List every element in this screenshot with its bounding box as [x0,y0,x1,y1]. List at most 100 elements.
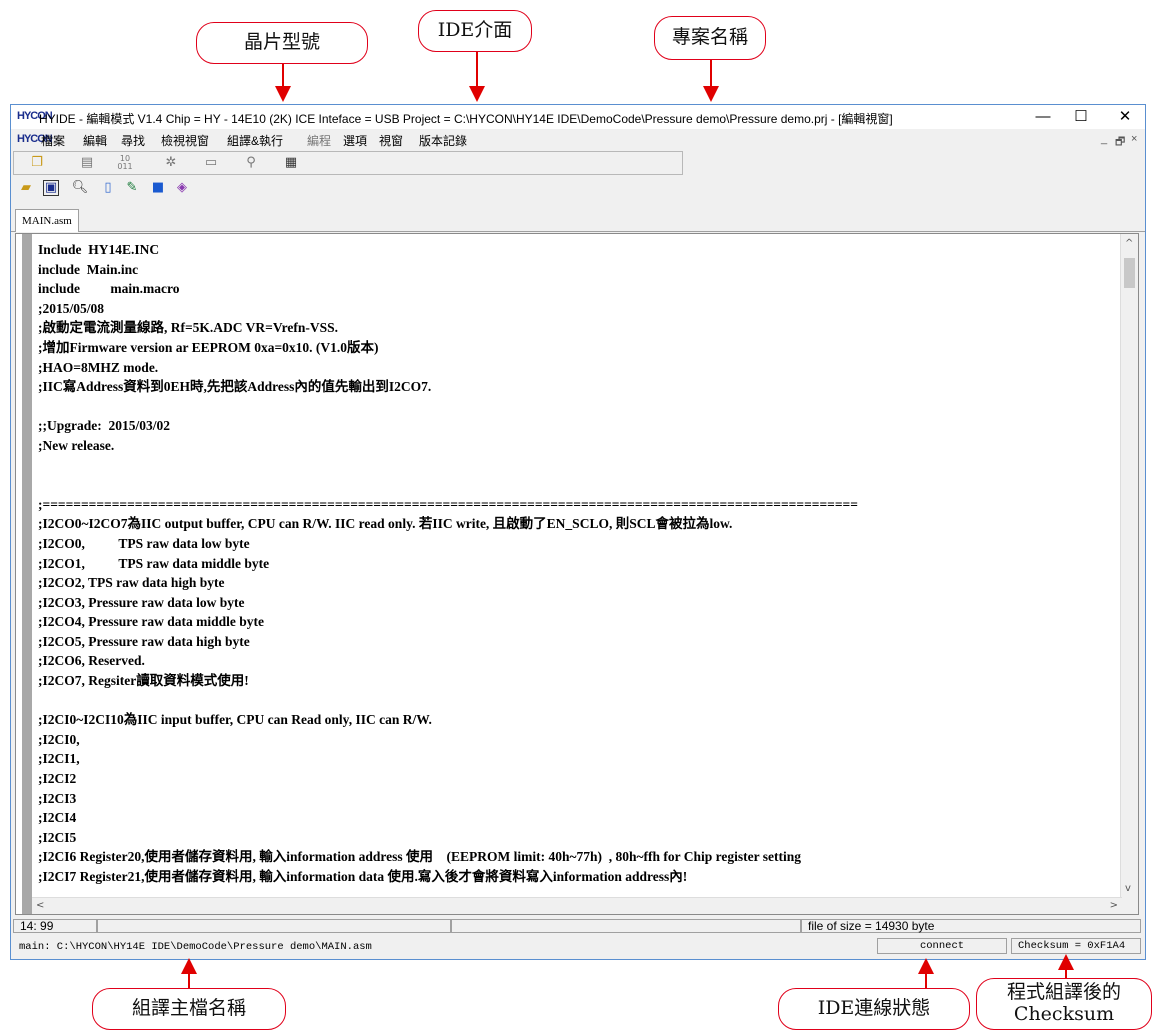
calendar-icon[interactable]: ▦ [282,155,300,171]
edit-icon[interactable]: ✎ [123,180,141,196]
code-line[interactable]: ;I2CO7, Regsiter讀取資料模式使用! [38,671,1118,691]
code-line[interactable]: ;I2CI2 [38,769,1118,789]
code-line[interactable] [38,397,1118,417]
menu-find[interactable]: 尋找 [121,132,145,149]
code-line[interactable]: ;I2CO6, Reserved. [38,651,1118,671]
search-icon[interactable]: 🔍︎ [71,180,89,196]
ide-interface-callout: IDE介面 [418,10,532,52]
menu-window[interactable]: 視窗 [379,132,403,149]
code-line[interactable]: ;=======================================… [38,495,1118,515]
code-line[interactable]: ;IIC寫Address資料到0EH時,先把該Address內的值先輸出到I2C… [38,377,1118,397]
title-bar[interactable]: HYCON HYIDE - 編輯模式 V1.4 Chip = HY - 14E1… [11,105,1145,129]
connection-label: IDE連線狀態 [817,997,931,1020]
code-line[interactable]: ;HAO=8MHZ mode. [38,358,1118,378]
code-line[interactable]: ;I2CI7 Register21,使用者儲存資料用, 輸入informatio… [38,867,1118,887]
binoculars-icon[interactable]: ⚲ [242,155,260,171]
toolbar-primary: ❐ ▤ 10 011 ✲ ▭ ⚲ ▦ [13,151,683,175]
main-file-callout: 組譯主檔名稱 [92,988,286,1030]
code-area[interactable]: Include HY14E.INC include Main.inc include… [38,240,1118,890]
chip-model-callout: 晶片型號 [196,22,368,64]
binary-icon[interactable]: 10 011 [116,155,134,171]
code-line[interactable] [38,691,1118,711]
code-line[interactable]: ;I2CI5 [38,828,1118,848]
code-editor[interactable]: Include HY14E.INC include Main.inc include… [15,233,1139,915]
maximize-button[interactable]: ☐ [1061,107,1101,127]
code-line[interactable]: include Main.inc [38,260,1118,280]
code-line[interactable]: ;I2CI8, [38,887,1118,890]
horizontal-scrollbar[interactable]: < > [32,897,1122,914]
menu-bar: HYCON 檔案 編輯 尋找 檢視視窗 組譯&執行 編程 選項 視窗 版本記錄 … [11,129,1145,149]
stack-icon[interactable]: ◈ [173,180,191,196]
open-folder-icon[interactable]: ▰ [17,180,35,196]
save-icon[interactable]: ▣ [43,180,59,196]
close-button[interactable]: ✕ [1105,107,1145,127]
project-name-arrowhead [703,86,719,102]
code-line[interactable]: ;I2CO0, TPS raw data low byte [38,534,1118,554]
ide-interface-arrowhead [469,86,485,102]
status-bar-bottom: main: C:\HYCON\HY14E IDE\DemoCode\Pressu… [11,935,1145,957]
minimize-button[interactable]: — [1023,107,1063,127]
code-line[interactable]: ;I2CI6 Register20,使用者儲存資料用, 輸入informatio… [38,847,1118,867]
menu-program[interactable]: 編程 [307,132,331,149]
checksum-label-line2: Checksum [1013,1003,1115,1025]
code-line[interactable]: ;I2CI1, [38,749,1118,769]
chip-icon[interactable]: ▭ [202,155,220,171]
chip-model-arrowhead [275,86,291,102]
tab-main-asm[interactable]: MAIN.asm [15,209,79,232]
code-line[interactable]: ;增加Firmware version ar EEPROM 0xa=0x10. … [38,338,1118,358]
document-icon[interactable]: ▯ [99,180,117,196]
code-line[interactable]: ;New release. [38,436,1118,456]
record-icon[interactable]: ■ [149,180,167,196]
code-line[interactable]: ;I2CO4, Pressure raw data middle byte [38,612,1118,632]
code-line[interactable]: ;I2CO3, Pressure raw data low byte [38,593,1118,613]
code-line[interactable]: Include HY14E.INC [38,240,1118,260]
file-icon[interactable]: ▤ [78,155,96,171]
menu-view[interactable]: 檢視視窗 [161,132,209,149]
code-line[interactable]: ;I2CO5, Pressure raw data high byte [38,632,1118,652]
menu-file[interactable]: 檔案 [41,132,65,149]
code-line[interactable] [38,456,1118,476]
mdi-close-button[interactable]: × [1131,133,1137,145]
editor-gutter [22,234,32,914]
window-title: HYIDE - 編輯模式 V1.4 Chip = HY - 14E10 (2K)… [39,112,893,126]
gear-icon[interactable]: ✲ [162,155,180,171]
menu-edit[interactable]: 編輯 [83,132,107,149]
connection-status: connect [877,938,1007,954]
ide-interface-label: IDE介面 [437,19,513,42]
code-line[interactable]: ;;Upgrade: 2015/03/02 [38,416,1118,436]
code-line[interactable]: ;I2CI0~I2CI10為IIC input buffer, CPU can … [38,710,1118,730]
checksum-value: Checksum = 0xF1A4 [1011,938,1141,954]
scroll-up-icon[interactable]: ^ [1125,238,1133,249]
checksum-label-line1: 程式組譯後的 [1006,981,1121,1004]
code-line[interactable]: ;I2CI0, [38,730,1118,750]
chip-model-arrow [282,64,284,88]
chip-model-label: 晶片型號 [243,31,320,54]
scrollbar-thumb[interactable] [1124,258,1135,288]
menu-version-history[interactable]: 版本記錄 [419,132,467,149]
status-bar-top: 14: 99 file of size = 14930 byte [11,917,1145,935]
main-file-path: main: C:\HYCON\HY14E IDE\DemoCode\Pressu… [19,941,372,953]
code-line[interactable]: include main.macro [38,279,1118,299]
code-line[interactable]: ;I2CO1, TPS raw data middle byte [38,554,1118,574]
menu-options[interactable]: 選項 [343,132,367,149]
code-line[interactable] [38,475,1118,495]
mdi-minimize-button[interactable]: _ [1101,133,1107,145]
code-line[interactable]: ;I2CO2, TPS raw data high byte [38,573,1118,593]
ide-interface-arrow [476,52,478,88]
cursor-position: 14: 99 [13,919,97,933]
project-name-callout: 專案名稱 [654,16,766,60]
mdi-restore-button[interactable]: 🗗 [1115,133,1125,152]
code-line[interactable]: ;I2CO0~I2CO7為IIC output buffer, CPU can … [38,514,1118,534]
code-line[interactable]: ;啟動定電流測量線路, Rf=5K.ADC VR=Vrefn-VSS. [38,318,1118,338]
menu-build-run[interactable]: 組譯&執行 [227,132,283,149]
vertical-scrollbar[interactable]: ^ v [1120,234,1138,914]
scroll-right-icon[interactable]: > [1110,900,1118,911]
code-line[interactable]: ;I2CI4 [38,808,1118,828]
status-empty-1 [97,919,451,933]
scroll-down-icon[interactable]: v [1125,883,1131,894]
status-empty-2 [451,919,801,933]
new-project-icon[interactable]: ❐ [28,155,46,171]
code-line[interactable]: ;I2CI3 [38,789,1118,809]
code-line[interactable]: ;2015/05/08 [38,299,1118,319]
scroll-left-icon[interactable]: < [36,900,44,911]
